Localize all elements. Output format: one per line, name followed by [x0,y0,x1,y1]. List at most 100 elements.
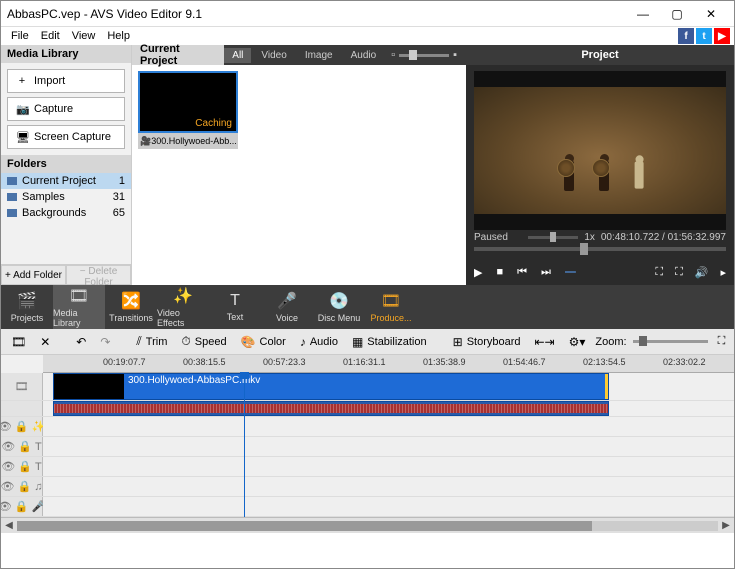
add-to-timeline-button[interactable]: 🎞 [7,333,30,351]
speed-icon: ⏱ [181,334,190,349]
filter-audio[interactable]: Audio [343,48,385,63]
delete-button[interactable]: ✕ [36,333,54,351]
fullscreen-button[interactable]: ⛶ [675,266,683,279]
mode-disc-menu[interactable]: 💿Disc Menu [313,285,365,329]
mode-projects[interactable]: 🎬Projects [1,285,53,329]
clapper-icon: 🎬 [17,291,37,311]
align-button[interactable]: ⇤⇥ [531,333,559,351]
snapshot-button[interactable]: ⛶ [655,266,663,279]
track-head-overlay[interactable]: 👁🔒T [1,457,43,476]
preview-scrubber[interactable] [474,247,726,251]
preview-video[interactable] [474,71,726,230]
delete-icon: ✕ [40,335,50,349]
timeline-ruler[interactable]: 00:19:07.7 00:38:15.5 00:57:23.3 01:16:3… [43,355,734,373]
undo-button[interactable]: ↶ [72,333,90,351]
import-button[interactable]: +Import [7,69,125,93]
track-head-text[interactable]: 👁🔒T [1,437,43,456]
track-head-audio[interactable]: 👁🔒♫ [1,477,43,496]
folder-icon [7,209,17,217]
filter-all[interactable]: All [224,48,251,63]
folder-current-project[interactable]: Current Project1 [1,173,131,189]
trim-button[interactable]: ⫽Trim [132,332,171,351]
text-icon: T [35,441,42,453]
mode-video-effects[interactable]: ✨Video Effects [157,285,209,329]
add-folder-button[interactable]: + Add Folder [1,265,66,285]
timecode: 00:48:10.722 / 01:56:32.997 [601,232,726,243]
produce-icon: 🎞 [381,291,401,311]
menu-help[interactable]: Help [101,30,136,42]
mode-produce[interactable]: 🎞Produce... [365,285,417,329]
mode-text[interactable]: TText [209,285,261,329]
zoom-fit-button[interactable]: ⛶ [714,333,730,350]
prev-frame-button[interactable]: ⏮ [517,266,527,279]
capture-button[interactable]: 📷Capture [7,97,125,121]
redo-icon: ↷ [100,335,110,349]
track-head-audiolink[interactable] [1,401,43,416]
audio-clip[interactable] [53,401,609,416]
lock-icon: 🔒 [15,420,29,433]
music-track[interactable] [43,477,734,496]
expand-button[interactable]: ▸ [720,266,726,279]
eye-icon: 👁 [1,440,15,453]
track-head-fx[interactable]: 👁🔒✨ [1,417,43,436]
folder-samples[interactable]: Samples31 [1,189,131,205]
folder-backgrounds[interactable]: Backgrounds65 [1,205,131,221]
video-clip[interactable]: 300.Hollywoed-AbbasPC.mkv [53,373,609,400]
speed-slider[interactable] [528,236,578,239]
lock-icon: 🔒 [18,460,32,473]
thumb-large-icon[interactable]: ▪ [453,49,457,61]
scroll-right-icon[interactable]: ▶ [718,520,734,531]
gear-icon: ⚙▾ [569,335,586,349]
maximize-button[interactable]: ▢ [660,4,694,24]
storyboard-button[interactable]: ⊞Storyboard [449,333,525,351]
mode-media-library[interactable]: 🎞Media Library [53,285,105,329]
next-frame-button[interactable]: ⏭ [541,266,551,279]
volume-button[interactable]: 🔊 [695,266,709,279]
eye-icon: 👁 [0,500,12,513]
options-dropdown[interactable]: ⚙▾ [565,333,590,351]
menu-edit[interactable]: Edit [35,30,66,42]
mode-transitions[interactable]: 🔀Transitions [105,285,157,329]
film-icon: 🎞 [69,286,89,306]
clip-thumbnail[interactable]: Caching 🎥300.Hollywoed-Abb... [138,71,238,149]
stop-button[interactable]: ■ [496,266,503,279]
thumb-size-slider[interactable] [399,54,449,57]
color-button[interactable]: 🎨Color [237,333,290,351]
split-button[interactable]: ⎯⎯ [565,266,576,279]
facebook-icon[interactable]: f [678,28,694,44]
storyboard-icon: ⊞ [453,335,463,349]
trim-icon: ⫽ [136,334,141,349]
close-button[interactable]: ✕ [694,4,728,24]
timeline-scrollbar[interactable]: ◀ ▶ [1,517,734,533]
youtube-icon[interactable]: ▶ [714,28,730,44]
track-head-voice[interactable]: 👁🔒🎤 [1,497,43,516]
filter-image[interactable]: Image [297,48,341,63]
redo-button[interactable]: ↷ [96,333,114,351]
scroll-left-icon[interactable]: ◀ [1,520,17,531]
stabilization-button[interactable]: ▦Stabilization [348,333,431,351]
audio-track-linked[interactable] [43,401,734,416]
play-button[interactable]: ▶ [474,266,482,279]
video-track[interactable]: 300.Hollywoed-AbbasPC.mkv [43,373,734,400]
filter-video[interactable]: Video [253,48,294,63]
voice-track[interactable] [43,497,734,516]
zoom-slider[interactable] [633,340,708,343]
delete-folder-button[interactable]: − Delete Folder [66,265,131,285]
zoom-label: Zoom: [595,336,626,348]
screen-capture-button[interactable]: 🖥Screen Capture [7,125,125,149]
menu-view[interactable]: View [66,30,102,42]
track-head-video[interactable]: 🎞 [1,373,43,400]
mode-voice[interactable]: 🎤Voice [261,285,313,329]
media-library-header: Media Library [1,45,131,63]
undo-icon: ↶ [76,335,86,349]
minimize-button[interactable]: — [626,4,660,24]
overlay-track[interactable] [43,457,734,476]
effects-track[interactable] [43,417,734,436]
thumb-small-icon[interactable]: ▫ [391,49,395,61]
audio-button[interactable]: ♪Audio [296,333,342,351]
text-track[interactable] [43,437,734,456]
text-icon: T [230,292,240,310]
menu-file[interactable]: File [5,30,35,42]
twitter-icon[interactable]: t [696,28,712,44]
speed-button[interactable]: ⏱Speed [177,332,230,351]
